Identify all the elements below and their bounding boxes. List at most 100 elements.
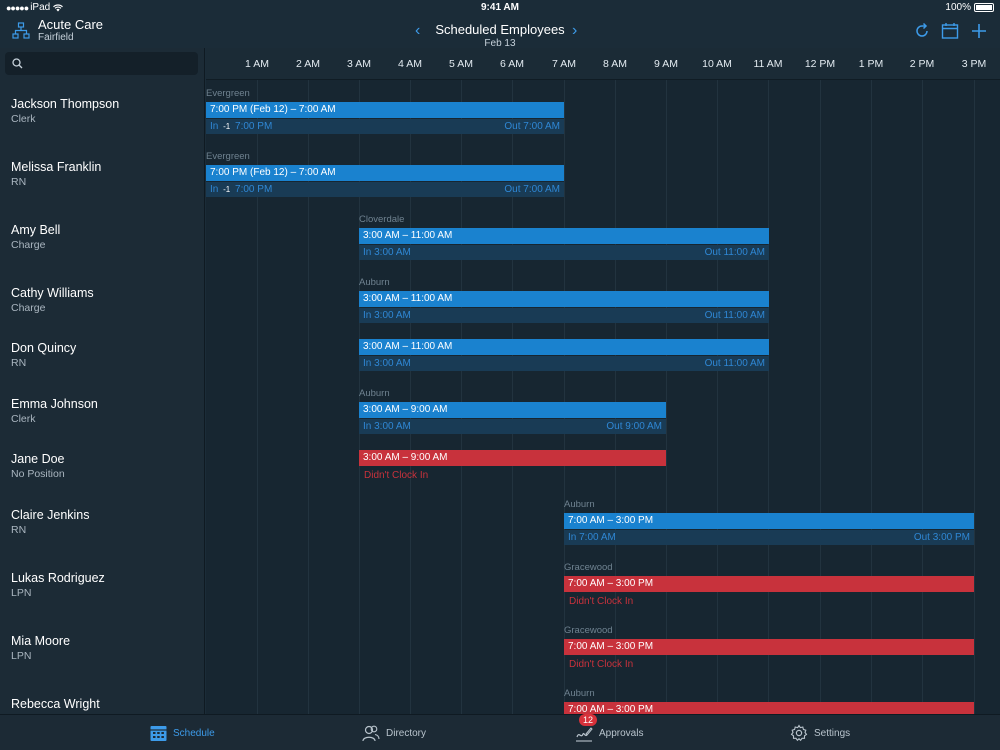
hour-gridline xyxy=(768,80,769,714)
shift-bar[interactable]: 7:00 PM (Feb 12) – 7:00 AM xyxy=(206,165,564,181)
clock-record[interactable]: In 7:00 AM Out 3:00 PM xyxy=(564,530,974,545)
clock-in-time: 3:00 AM xyxy=(374,421,411,432)
employee-row[interactable]: Cathy Williams Charge xyxy=(11,286,201,314)
tab-directory[interactable]: Directory xyxy=(362,715,426,750)
missed-clock-in: Didn't Clock In xyxy=(364,470,429,481)
employee-name: Melissa Franklin xyxy=(11,160,102,174)
shift-bar[interactable]: 3:00 AM – 11:00 AM xyxy=(359,228,769,244)
shift-bar[interactable]: 7:00 AM – 3:00 PM xyxy=(564,702,974,714)
tab-settings[interactable]: Settings xyxy=(790,715,850,750)
employee-position: Charge xyxy=(11,302,46,314)
hour-label: 11 AM xyxy=(753,58,783,70)
clock-record[interactable]: In 3:00 AM Out 11:00 AM xyxy=(359,308,769,323)
employee-row[interactable]: Amy Bell Charge xyxy=(11,223,201,251)
hour-label: 5 AM xyxy=(449,58,473,70)
tab-approvals[interactable]: 12 Approvals xyxy=(575,714,644,750)
clock-in-label: In xyxy=(363,310,372,321)
shift-bar[interactable]: 7:00 PM (Feb 12) – 7:00 AM xyxy=(206,102,564,118)
hour-gridline xyxy=(820,80,821,714)
employee-row[interactable]: Don Quincy RN xyxy=(11,341,201,369)
page-title: Scheduled Employees xyxy=(435,22,565,37)
clock-in-time: 7:00 PM xyxy=(235,184,273,195)
employee-row[interactable]: Jackson Thompson Clerk xyxy=(11,97,201,125)
employee-row[interactable]: Lukas Rodriguez LPN xyxy=(11,571,201,599)
clock-in-time: 3:00 AM xyxy=(374,247,411,258)
shift-facility: Evergreen xyxy=(206,151,250,162)
shift-bar[interactable]: 7:00 AM – 3:00 PM xyxy=(564,639,974,655)
hour-label: 8 AM xyxy=(603,58,627,70)
employee-position: Clerk xyxy=(11,413,36,425)
employee-row[interactable]: Melissa Franklin RN xyxy=(11,160,201,188)
chevron-right-icon[interactable]: › xyxy=(572,22,577,40)
employee-row[interactable]: Mia Moore LPN xyxy=(11,634,201,662)
clock-out-time: 11:00 AM xyxy=(723,310,765,321)
shift-bar[interactable]: 3:00 AM – 9:00 AM xyxy=(359,402,666,418)
clock-in-time: 7:00 AM xyxy=(579,532,616,543)
clock-record[interactable]: In 3:00 AM Out 11:00 AM xyxy=(359,245,769,260)
tab-bar: Schedule Directory 12 Approvals Settings xyxy=(0,714,1000,750)
hour-gridline xyxy=(922,80,923,714)
clock-out-label: Out xyxy=(704,358,721,369)
clock-in-label: In xyxy=(210,184,219,195)
clock-out-time: 7:00 AM xyxy=(523,184,560,195)
shift-bar[interactable]: 3:00 AM – 11:00 AM xyxy=(359,291,769,307)
clock-in-label: In xyxy=(210,121,219,132)
calendar-grid-icon xyxy=(150,725,167,741)
gear-icon xyxy=(790,724,808,742)
hour-label: 3 AM xyxy=(347,58,371,70)
clock-in-label: In xyxy=(363,247,372,258)
schedule-timeline: 1 AM 2 AM 3 AM 4 AM 5 AM 6 AM 7 AM 8 AM … xyxy=(206,48,1000,714)
shift-facility: Auburn xyxy=(564,499,595,510)
refresh-icon[interactable] xyxy=(913,22,931,40)
clock-record[interactable]: In -1 7:00 PM Out 7:00 AM xyxy=(206,119,564,134)
shift-bar[interactable]: 7:00 AM – 3:00 PM xyxy=(564,576,974,592)
calendar-icon[interactable] xyxy=(941,22,959,40)
clock-record[interactable]: In 3:00 AM Out 9:00 AM xyxy=(359,419,666,434)
hour-gridline xyxy=(871,80,872,714)
employee-position: LPN xyxy=(11,650,32,662)
tab-schedule[interactable]: Schedule xyxy=(150,715,215,750)
employee-position: Clerk xyxy=(11,113,36,125)
shift-facility: Auburn xyxy=(359,388,390,399)
clock-record[interactable]: In -1 7:00 PM Out 7:00 AM xyxy=(206,182,564,197)
employee-row[interactable]: Rebecca Wright xyxy=(11,697,201,713)
clock-in-label: In xyxy=(363,421,372,432)
search-input[interactable] xyxy=(5,52,198,75)
hour-label: 2 PM xyxy=(909,58,935,70)
clock-record[interactable]: In 3:00 AM Out 11:00 AM xyxy=(359,356,769,371)
clock-out: Out 11:00 AM xyxy=(705,310,765,321)
hour-gridline xyxy=(717,80,718,714)
hour-header: 1 AM 2 AM 3 AM 4 AM 5 AM 6 AM 7 AM 8 AM … xyxy=(206,48,1000,80)
shift-bar[interactable]: 3:00 AM – 11:00 AM xyxy=(359,339,769,355)
search-icon xyxy=(12,58,23,69)
hour-label: 3 PM xyxy=(961,58,987,70)
shift-bar[interactable]: 3:00 AM – 9:00 AM xyxy=(359,450,666,466)
clock-out-time: 7:00 AM xyxy=(523,121,560,132)
clock-in-time: 3:00 AM xyxy=(374,310,411,321)
header: Acute Care Fairfield ‹ Scheduled Employe… xyxy=(0,16,1000,49)
shift-facility: Auburn xyxy=(564,688,595,699)
tab-label: Approvals xyxy=(599,727,644,739)
employee-row[interactable]: Jane Doe No Position xyxy=(11,452,201,480)
clock-out-time: 9:00 AM xyxy=(625,421,662,432)
employee-position: RN xyxy=(11,524,27,536)
employee-name: Jackson Thompson xyxy=(11,97,120,111)
tab-label: Schedule xyxy=(173,727,215,739)
employee-list: Jackson Thompson Clerk Melissa Franklin RN… xyxy=(0,48,205,714)
plus-icon[interactable] xyxy=(970,22,988,40)
clock-out-label: Out xyxy=(606,421,623,432)
clock-out-label: Out xyxy=(504,184,521,195)
shift-facility: Gracewood xyxy=(564,562,613,573)
hour-gridline xyxy=(666,80,667,714)
clock-out: Out 7:00 AM xyxy=(504,121,560,132)
clock-out: Out 11:00 AM xyxy=(705,358,765,369)
status-time: 9:41 AM xyxy=(481,2,519,13)
clock-out-label: Out xyxy=(913,532,930,543)
day-offset-badge: -1 xyxy=(223,185,231,194)
employee-row[interactable]: Claire Jenkins RN xyxy=(11,508,201,536)
tab-label: Settings xyxy=(814,727,851,739)
shift-bar[interactable]: 7:00 AM – 3:00 PM xyxy=(564,513,974,529)
battery-indicator: 100% xyxy=(945,2,994,13)
hour-label: 4 AM xyxy=(398,58,422,70)
employee-row[interactable]: Emma Johnson Clerk xyxy=(11,397,201,425)
